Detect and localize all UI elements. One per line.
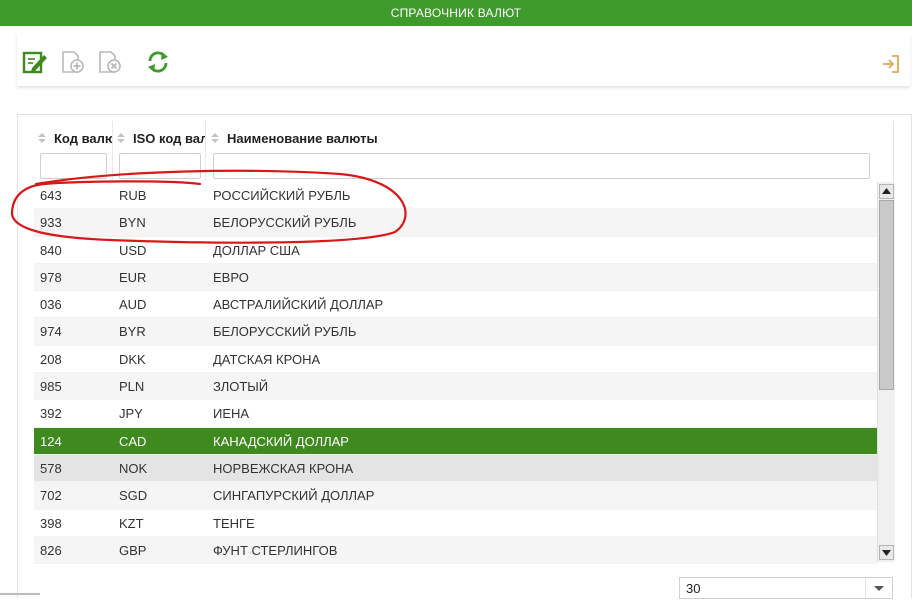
vertical-scrollbar[interactable] xyxy=(877,182,895,562)
cell-name: РОССИЙСКИЙ РУБЛЬ xyxy=(213,188,351,203)
cell-iso: KZT xyxy=(119,515,144,531)
cell-name: ТЕНГЕ xyxy=(213,515,255,531)
table-row[interactable]: 840 USD ДОЛЛАР США xyxy=(34,237,877,264)
table-row[interactable]: 826 GBP ФУНТ СТЕРЛИНГОВ xyxy=(34,536,877,565)
cell-iso: BYR xyxy=(119,324,146,340)
cell-code: 985 xyxy=(40,379,62,395)
cell-code: 826 xyxy=(40,542,62,558)
cell-code: 208 xyxy=(40,351,62,367)
edit-icon xyxy=(22,51,47,74)
edit-button[interactable] xyxy=(22,49,48,75)
window-title: СПРАВОЧНИК ВАЛЮТ xyxy=(0,0,912,26)
cell-code: 392 xyxy=(40,406,62,422)
cell-code: 124 xyxy=(40,433,62,449)
cell-iso: USD xyxy=(119,242,147,258)
page-size-select[interactable]: 30 xyxy=(679,577,893,599)
cell-code: 578 xyxy=(40,460,62,476)
column-label: ISO код валюты xyxy=(133,131,205,146)
delete-button[interactable] xyxy=(97,49,123,75)
cell-iso: DKK xyxy=(119,351,146,367)
cell-name: БЕЛОРУССКИЙ РУБЛЬ xyxy=(213,215,357,231)
scrollbar-thumb[interactable] xyxy=(879,200,894,390)
cell-iso: RUB xyxy=(119,188,147,203)
cell-name: БЕЛОРУССКИЙ РУБЛЬ xyxy=(213,324,357,340)
chevron-down-icon xyxy=(874,586,884,591)
table-row[interactable]: 974 BYR БЕЛОРУССКИЙ РУБЛЬ xyxy=(34,318,877,346)
table-row[interactable]: 702 SGD СИНГАПУРСКИЙ ДОЛЛАР xyxy=(34,482,877,510)
table-row[interactable]: 978 EUR ЕВРО xyxy=(34,263,877,292)
page-size-dropdown-button[interactable] xyxy=(865,578,892,598)
table-row[interactable]: 985 PLN ЗЛОТЫЙ xyxy=(34,373,877,401)
column-header-iso[interactable]: ISO код валюты xyxy=(113,115,205,153)
currency-grid: Код валюты ISO код валюты Наименование в… xyxy=(17,114,912,598)
cell-name: ЗЛОТЫЙ xyxy=(213,379,269,395)
page-size-value: 30 xyxy=(686,581,701,596)
cell-code: 702 xyxy=(40,488,62,504)
column-label: Код валюты xyxy=(54,131,112,146)
filter-code-input[interactable] xyxy=(40,153,107,179)
arrow-down-icon xyxy=(882,550,891,556)
cell-name: АВСТРАЛИЙСКИЙ ДОЛЛАР xyxy=(213,297,384,313)
filter-iso-input[interactable] xyxy=(119,153,201,179)
cell-iso: BYN xyxy=(119,215,146,231)
cell-code: 036 xyxy=(40,297,62,313)
table-row[interactable]: 398 KZT ТЕНГЕ xyxy=(34,510,877,537)
sort-icon xyxy=(211,133,219,143)
table-row[interactable]: 208 DKK ДАТСКАЯ КРОНА xyxy=(34,346,877,374)
filter-name-input[interactable] xyxy=(213,153,870,179)
table-row[interactable]: 392 JPY ИЕНА xyxy=(34,400,877,428)
delete-icon xyxy=(99,51,121,73)
table-row[interactable]: 578 NOK НОРВЕЖСКАЯ КРОНА xyxy=(34,454,877,483)
table-row[interactable]: 933 BYN БЕЛОРУССКИЙ РУБЛЬ xyxy=(34,209,877,237)
table-body: 643 RUB РОССИЙСКИЙ РУБЛЬ 933 BYN БЕЛОРУССКИЙ … xyxy=(34,182,877,565)
add-button[interactable] xyxy=(60,49,86,75)
cell-name: ДАТСКАЯ КРОНА xyxy=(213,351,321,367)
scroll-down-button[interactable] xyxy=(879,545,894,560)
cell-code: 933 xyxy=(40,215,62,231)
cell-iso: SGD xyxy=(119,488,148,504)
cell-name: ФУНТ СТЕРЛИНГОВ xyxy=(213,542,338,558)
cell-name: ЕВРО xyxy=(213,269,249,285)
cell-code: 398 xyxy=(40,515,62,531)
cell-name: ДОЛЛАР США xyxy=(213,242,300,258)
refresh-icon xyxy=(148,51,168,73)
cell-code: 974 xyxy=(40,324,62,340)
cell-iso: EUR xyxy=(119,269,147,285)
cell-name: КАНАДСКИЙ ДОЛЛАР xyxy=(213,433,349,449)
exit-icon xyxy=(883,55,899,73)
cell-code: 840 xyxy=(40,242,62,258)
cell-iso: PLN xyxy=(119,379,145,395)
cell-iso: CAD xyxy=(119,433,147,449)
cell-name: СИНГАПУРСКИЙ ДОЛЛАР xyxy=(213,488,375,504)
column-header-code[interactable]: Код валюты xyxy=(34,115,112,153)
scroll-up-button[interactable] xyxy=(879,184,894,199)
table-row[interactable]: 124 CAD КАНАДСКИЙ ДОЛЛАР xyxy=(34,427,877,455)
table-row[interactable]: 643 RUB РОССИЙСКИЙ РУБЛЬ xyxy=(34,182,877,210)
add-icon xyxy=(62,51,84,73)
cell-iso: GBP xyxy=(119,542,147,558)
column-label: Наименование валюты xyxy=(227,131,378,146)
cell-code: 643 xyxy=(40,188,62,203)
cell-iso: NOK xyxy=(119,460,148,476)
arrow-up-icon xyxy=(882,188,891,194)
cell-iso: AUD xyxy=(119,297,147,313)
cell-code: 978 xyxy=(40,269,62,285)
sort-icon xyxy=(117,133,125,143)
refresh-button[interactable] xyxy=(145,49,171,75)
cell-name: НОРВЕЖСКАЯ КРОНА xyxy=(213,460,354,476)
table-row[interactable]: 036 AUD АВСТРАЛИЙСКИЙ ДОЛЛАР xyxy=(34,291,877,319)
sort-icon xyxy=(38,133,46,143)
cell-name: ИЕНА xyxy=(213,406,250,422)
cell-iso: JPY xyxy=(119,406,143,422)
exit-button[interactable] xyxy=(880,53,902,75)
toolbar xyxy=(17,33,910,86)
column-header-name[interactable]: Наименование валюты xyxy=(207,115,867,153)
